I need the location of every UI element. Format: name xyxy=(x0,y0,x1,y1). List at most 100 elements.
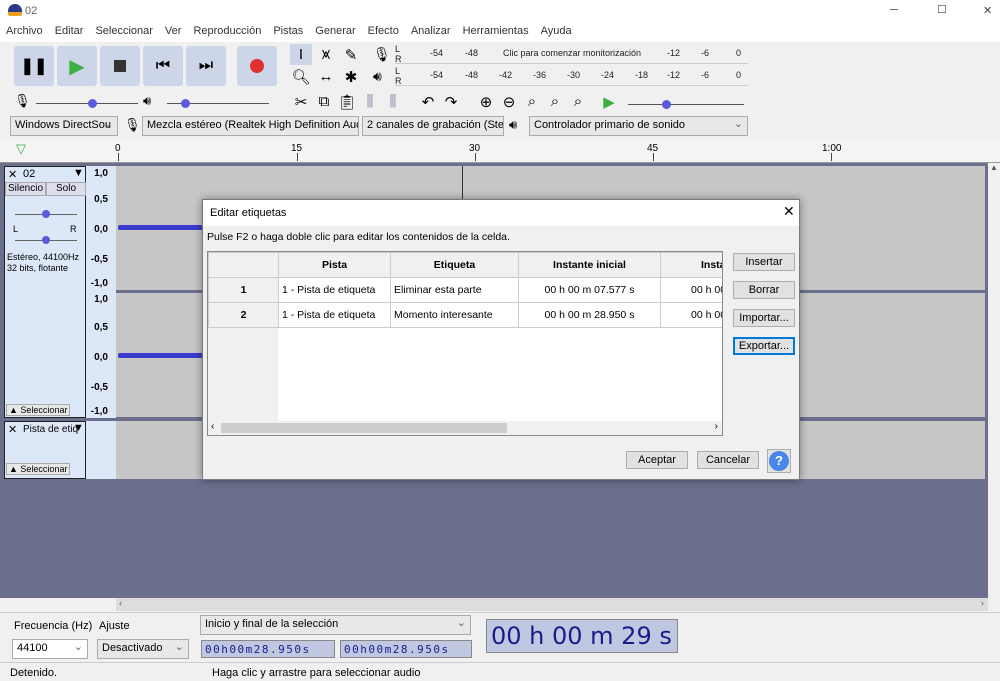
dialog-close-button[interactable]: ✕ xyxy=(783,203,795,220)
output-device-select[interactable]: Controlador primario de sonido xyxy=(529,116,748,136)
maximize-button[interactable]: ☐ xyxy=(937,3,947,16)
menu-generar[interactable]: Generar xyxy=(309,22,361,42)
meter-tick: -54 xyxy=(430,70,444,80)
cancel-button[interactable]: Cancelar xyxy=(697,451,759,469)
track-select-button[interactable]: ▲ Seleccionar xyxy=(6,463,71,475)
selection-start-time[interactable]: 00h00m28.950s xyxy=(201,640,335,658)
mute-button[interactable]: Silencio xyxy=(5,182,46,196)
track-menu-chevron-icon[interactable]: ▼ xyxy=(73,422,84,434)
undo-icon[interactable]: ↶ xyxy=(417,91,439,112)
envelope-tool-icon[interactable]: ⩙ xyxy=(315,44,337,65)
menu-analizar[interactable]: Analizar xyxy=(405,22,457,42)
timeline-ruler[interactable]: ▽ 0 15 30 45 1:00 xyxy=(0,139,1000,163)
minimize-button[interactable]: ─ xyxy=(890,4,898,16)
track-name-menu[interactable]: Pista de etiq xyxy=(23,424,78,435)
selection-tool-icon[interactable]: I xyxy=(290,44,312,65)
play-head-icon: ▽ xyxy=(16,141,26,156)
zoom-tool-icon[interactable]: 🔍︎ xyxy=(290,66,312,87)
zoom-toggle-icon[interactable]: ⌕ xyxy=(567,91,589,112)
selection-mode-select[interactable]: Inicio y final de la selección xyxy=(200,615,471,635)
track-close-button[interactable]: ✕ xyxy=(8,423,17,436)
stop-button[interactable] xyxy=(100,46,140,86)
import-button[interactable]: Importar... xyxy=(733,309,795,327)
trim-icon[interactable]: ⫼ xyxy=(359,91,381,112)
skip-start-button[interactable]: ⏮ xyxy=(143,46,183,86)
draw-tool-icon[interactable]: ✎ xyxy=(340,44,362,65)
grid-header: Pista Etiqueta Instante inicial Insta xyxy=(208,252,722,278)
table-row[interactable]: 21 - Pista de etiqueta Momento interesant… xyxy=(208,302,722,328)
multi-tool-icon[interactable]: ✱ xyxy=(340,66,362,87)
zoom-out-icon[interactable]: ⊖ xyxy=(498,91,520,112)
table-row[interactable]: 11 - Pista de etiqueta Eliminar esta part… xyxy=(208,277,722,303)
menu-editar[interactable]: Editar xyxy=(49,22,90,42)
play-at-speed-icon[interactable]: ▶ xyxy=(598,91,620,112)
fit-selection-icon[interactable]: ⌕ xyxy=(521,91,543,112)
record-icon xyxy=(250,59,264,73)
play-icon: ▶ xyxy=(69,55,85,78)
input-device-icon: 🎙︎ xyxy=(124,117,141,132)
selection-toolbar: Frecuencia (Hz) Ajuste 44100 Desactivado… xyxy=(0,612,1000,662)
zoom-in-icon[interactable]: ⊕ xyxy=(475,91,497,112)
accept-button[interactable]: Aceptar xyxy=(626,451,688,469)
menu-ayuda[interactable]: Ayuda xyxy=(535,22,578,42)
menu-reproduccion[interactable]: Reproducción xyxy=(187,22,267,42)
ruler-tick: 30 xyxy=(469,143,481,154)
record-meter[interactable]: LR -54 -48 Clic para comenzar monitoriza… xyxy=(395,44,748,64)
project-rate-select[interactable]: 44100 xyxy=(12,639,88,659)
timeshift-tool-icon[interactable]: ↔ xyxy=(315,66,337,87)
grid-horizontal-scrollbar[interactable]: ‹ › xyxy=(208,421,722,435)
fit-project-icon[interactable]: ⌕ xyxy=(544,91,566,112)
cut-icon[interactable]: ✂ xyxy=(290,91,312,112)
copy-icon[interactable]: ⧉ xyxy=(313,91,335,112)
menu-seleccionar[interactable]: Seleccionar xyxy=(89,22,158,42)
silence-icon[interactable]: ⫼ xyxy=(382,91,404,112)
meter-tick: -36 xyxy=(533,70,547,80)
menu-ver[interactable]: Ver xyxy=(159,22,188,42)
horizontal-scrollbar[interactable]: ‹ › xyxy=(116,598,988,611)
channels-select[interactable]: 2 canales de grabación (Ster xyxy=(362,116,504,136)
menu-pistas[interactable]: Pistas xyxy=(267,22,309,42)
menu-herramientas[interactable]: Herramientas xyxy=(457,22,535,42)
redo-icon[interactable]: ↷ xyxy=(440,91,462,112)
export-button[interactable]: Exportar... xyxy=(733,337,795,355)
meter-tick: -6 xyxy=(701,48,710,58)
help-button[interactable]: ? xyxy=(767,449,791,473)
column-instante-inicial[interactable]: Instante inicial xyxy=(518,252,661,278)
column-pista[interactable]: Pista xyxy=(278,252,391,278)
stop-icon xyxy=(114,60,126,72)
column-instante-final[interactable]: Insta xyxy=(660,252,722,278)
vertical-scrollbar[interactable]: ▲ xyxy=(988,163,1000,598)
pan-slider[interactable] xyxy=(15,236,77,244)
audio-host-select[interactable]: Windows DirectSou xyxy=(10,116,118,136)
track-name-menu[interactable]: 02 xyxy=(23,168,35,180)
track-close-button[interactable]: ✕ xyxy=(8,168,17,181)
play-button[interactable]: ▶ xyxy=(57,46,97,86)
labels-grid[interactable]: Pista Etiqueta Instante inicial Insta 11… xyxy=(207,251,723,436)
audio-position-time[interactable]: 00 h 00 m 29 s xyxy=(486,619,678,653)
menu-archivo[interactable]: Archivo xyxy=(0,22,49,42)
gain-slider[interactable] xyxy=(15,210,77,218)
snap-select[interactable]: Desactivado xyxy=(97,639,189,659)
column-etiqueta[interactable]: Etiqueta xyxy=(390,252,519,278)
pause-button[interactable]: ❚❚ xyxy=(14,46,54,86)
track-menu-chevron-icon[interactable]: ▼ xyxy=(73,167,84,179)
close-button[interactable]: ✕ xyxy=(983,4,992,17)
play-speed-slider[interactable] xyxy=(628,100,744,109)
track-select-button[interactable]: ▲ Seleccionar xyxy=(6,404,71,416)
solo-button[interactable]: Solo xyxy=(46,182,86,196)
record-button[interactable] xyxy=(237,46,277,86)
selection-end-time[interactable]: 00h00m28.950s xyxy=(340,640,472,658)
mic-volume-icon: 🎙︎ xyxy=(14,93,31,108)
ruler-tick: 0 xyxy=(115,143,121,154)
edit-labels-dialog: Editar etiquetas ✕ Pulse F2 o haga doble… xyxy=(202,199,800,480)
insert-button[interactable]: Insertar xyxy=(733,253,795,271)
delete-button[interactable]: Borrar xyxy=(733,281,795,299)
menu-efecto[interactable]: Efecto xyxy=(362,22,405,42)
skip-end-button[interactable]: ⏭ xyxy=(186,46,226,86)
paste-icon[interactable]: 📋︎ xyxy=(336,91,358,112)
record-volume-slider[interactable] xyxy=(36,99,138,108)
playback-meter[interactable]: LR -54 -48 -42 -36 -30 -24 -18 -12 -6 0 xyxy=(395,66,748,86)
playback-volume-slider[interactable] xyxy=(167,99,269,108)
meter-tick: -48 xyxy=(465,48,479,58)
input-device-select[interactable]: Mezcla estéreo (Realtek High Definition … xyxy=(142,116,359,136)
